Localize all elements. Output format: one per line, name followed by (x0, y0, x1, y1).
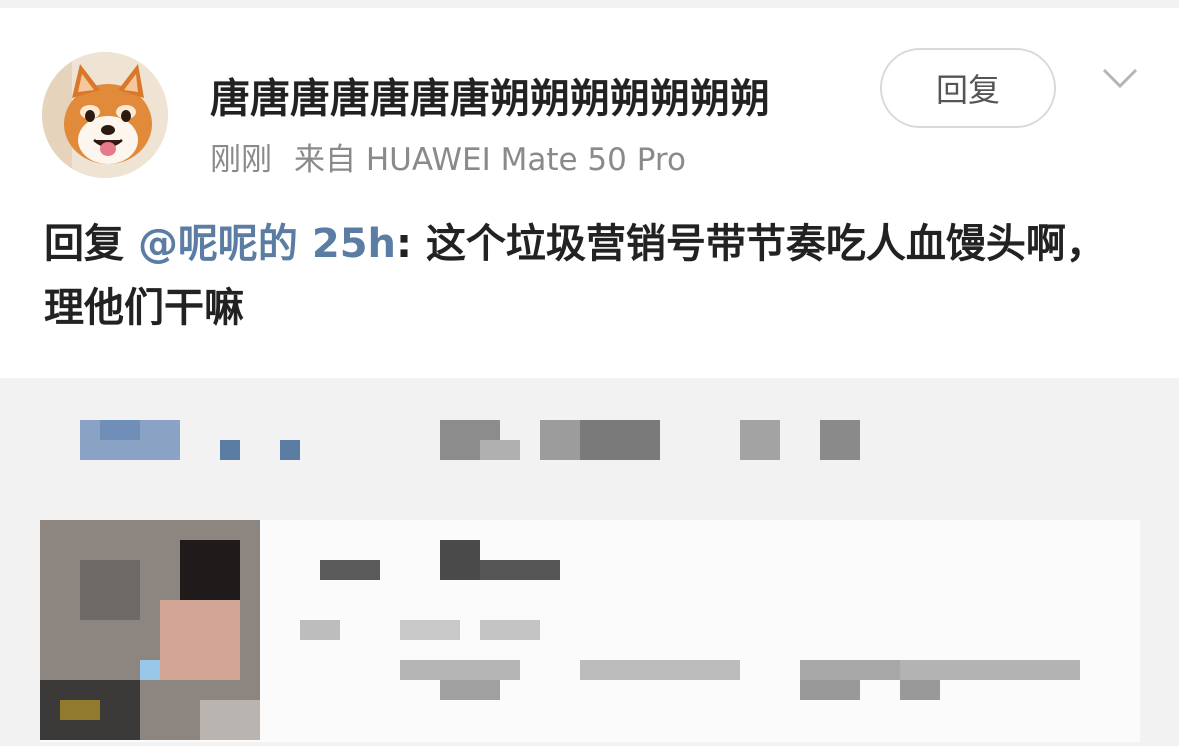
quoted-thumbnail[interactable] (40, 520, 260, 740)
comment-content: 回复 @呢呢的 25h: 这个垃圾营销号带节奏吃人血馒头啊，理他们干嘛 (44, 212, 1134, 340)
top-strip (0, 0, 1179, 8)
reply-prefix: 回复 (44, 221, 138, 267)
comment-username[interactable]: 唐唐唐唐唐唐唐朔朔朔朔朔朔朔 (210, 66, 770, 124)
user-avatar[interactable] (42, 52, 168, 178)
comment-meta: 刚刚 来自 HUAWEI Mate 50 Pro (210, 134, 686, 179)
chevron-down-icon[interactable] (1100, 64, 1140, 94)
comment-source: 来自 HUAWEI Mate 50 Pro (294, 142, 686, 178)
comment-time: 刚刚 (210, 142, 272, 178)
mention-link[interactable]: @呢呢的 25h (138, 221, 396, 267)
shiba-dog-avatar-icon (42, 52, 168, 178)
reply-button[interactable]: 回复 (880, 48, 1056, 128)
